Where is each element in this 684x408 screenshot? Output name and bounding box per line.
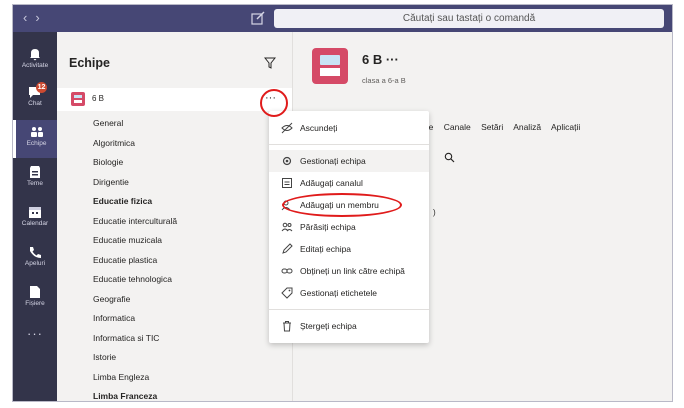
menu-divider [269, 309, 429, 310]
channel-item[interactable]: Limba Franceza [93, 387, 177, 401]
menu-manage-tags[interactable]: Gestionați etichetele [269, 282, 429, 304]
menu-label: Ștergeți echipa [300, 321, 357, 331]
menu-label: Părăsiți echipa [300, 222, 356, 232]
channel-item[interactable]: Dirigentie [93, 173, 177, 193]
rail-item-chat[interactable]: 12 Chat [13, 80, 57, 118]
channel-item[interactable]: Informatica si TIC [93, 329, 177, 349]
rail-label: Teme [27, 180, 43, 187]
menu-leave-team[interactable]: Părăsiți echipa [269, 216, 429, 238]
channel-item[interactable]: Educatie fizica [93, 192, 177, 212]
hide-icon [281, 122, 293, 134]
highlight-circle [260, 89, 288, 117]
menu-divider [269, 144, 429, 145]
rail-label: Activitate [21, 62, 49, 69]
rail-item-activity[interactable]: Activitate [13, 42, 57, 80]
teams-title: Echipe [69, 56, 110, 70]
team-subtitle: clasa a 6-a B [362, 76, 406, 85]
menu-label: Obțineți un link către echipă [300, 266, 405, 276]
rail-item-calendar[interactable]: Calendar [13, 200, 57, 238]
rail-label: Chat [28, 100, 42, 107]
filter-icon[interactable] [264, 57, 276, 69]
teams-panel: Echipe 6 B ··· General Algoritmica Biologi… [57, 32, 293, 401]
channel-item[interactable]: Informatica [93, 309, 177, 329]
rail-item-assignments[interactable]: Teme [13, 160, 57, 198]
channel-item[interactable]: Algoritmica [93, 134, 177, 154]
menu-manage-team[interactable]: Gestionați echipa [269, 150, 429, 172]
assignments-icon [30, 166, 40, 178]
team-avatar [71, 92, 85, 106]
tab-channels[interactable]: Canale [444, 122, 471, 132]
trash-icon [283, 321, 291, 332]
tab-settings[interactable]: Setări [481, 122, 503, 132]
rail-item-files[interactable]: Fișiere [13, 280, 57, 318]
search-icon[interactable] [444, 152, 455, 163]
channel-item[interactable]: Educatie muzicala [93, 231, 177, 251]
teams-window: ‹› Căutați sau tastați o comandă Activit… [12, 4, 673, 402]
rail-label: Echipe [26, 140, 47, 147]
gear-icon [282, 156, 292, 166]
compose-icon[interactable] [250, 10, 266, 26]
chevron-right-icon[interactable]: › [35, 10, 47, 25]
rail-label: Apeluri [24, 260, 46, 267]
add-channel-icon [282, 178, 292, 188]
files-icon [30, 286, 40, 298]
tag-icon [281, 287, 293, 299]
channel-item[interactable]: Educatie plastica [93, 251, 177, 271]
channel-item[interactable]: Educatie interculturală [93, 212, 177, 232]
channel-item[interactable]: Educatie tehnologica [93, 270, 177, 290]
chevron-left-icon[interactable]: ‹ [23, 10, 35, 25]
menu-label: Gestionați echipa [300, 156, 366, 166]
channel-item[interactable]: Istorie [93, 348, 177, 368]
link-icon [281, 268, 293, 274]
search-input[interactable]: Căutați sau tastați o comandă [274, 9, 664, 28]
rail-item-teams[interactable]: Echipe [13, 120, 57, 158]
menu-edit-team[interactable]: Editați echipa [269, 238, 429, 260]
calendar-icon [29, 207, 41, 218]
tab-apps[interactable]: Aplicații [551, 122, 580, 132]
channel-item[interactable]: General [93, 114, 177, 134]
bell-icon [30, 49, 40, 61]
leave-icon [281, 222, 293, 232]
more-apps-icon[interactable]: ··· [13, 326, 57, 341]
team-name: 6 B [92, 94, 105, 103]
team-row[interactable]: 6 B ··· [57, 88, 292, 111]
pencil-icon [282, 243, 293, 254]
menu-label: Adăugați canalul [300, 178, 363, 188]
team-context-menu: Ascundeți Gestionați echipa Adăugați can… [269, 111, 429, 343]
tab-analytics[interactable]: Analiză [513, 122, 541, 132]
menu-add-channel[interactable]: Adăugați canalul [269, 172, 429, 194]
menu-label: Editați echipa [300, 244, 352, 254]
channel-item[interactable]: Biologie [93, 153, 177, 173]
channel-list: General Algoritmica Biologie Dirigentie Educ… [93, 114, 177, 401]
menu-delete-team[interactable]: Ștergeți echipa [269, 315, 429, 337]
channel-item[interactable]: Limba Engleza [93, 368, 177, 388]
history-nav: ‹› [23, 10, 48, 25]
title-bar: ‹› Căutați sau tastați o comandă [13, 5, 672, 32]
rail-item-calls[interactable]: Apeluri [13, 240, 57, 278]
rail-label: Calendar [21, 220, 49, 227]
app-rail: Activitate 12 Chat Echipe Teme Calendar … [13, 32, 57, 401]
channel-item[interactable]: Geografie [93, 290, 177, 310]
teams-icon [30, 127, 43, 137]
menu-label: Ascundeți [300, 123, 338, 133]
partial-text: ) [433, 208, 436, 217]
team-avatar-large [312, 48, 348, 84]
team-tabs: ptare Canale Setări Analiză Aplicații [414, 122, 588, 132]
menu-hide[interactable]: Ascundeți [269, 117, 429, 139]
highlight-ellipse [282, 193, 402, 217]
rail-label: Fișiere [25, 300, 45, 307]
team-title: 6 B ··· [362, 52, 399, 67]
chat-badge: 12 [36, 82, 47, 93]
phone-icon [30, 247, 41, 258]
menu-label: Gestionați etichetele [300, 288, 378, 298]
menu-get-link[interactable]: Obțineți un link către echipă [269, 260, 429, 282]
